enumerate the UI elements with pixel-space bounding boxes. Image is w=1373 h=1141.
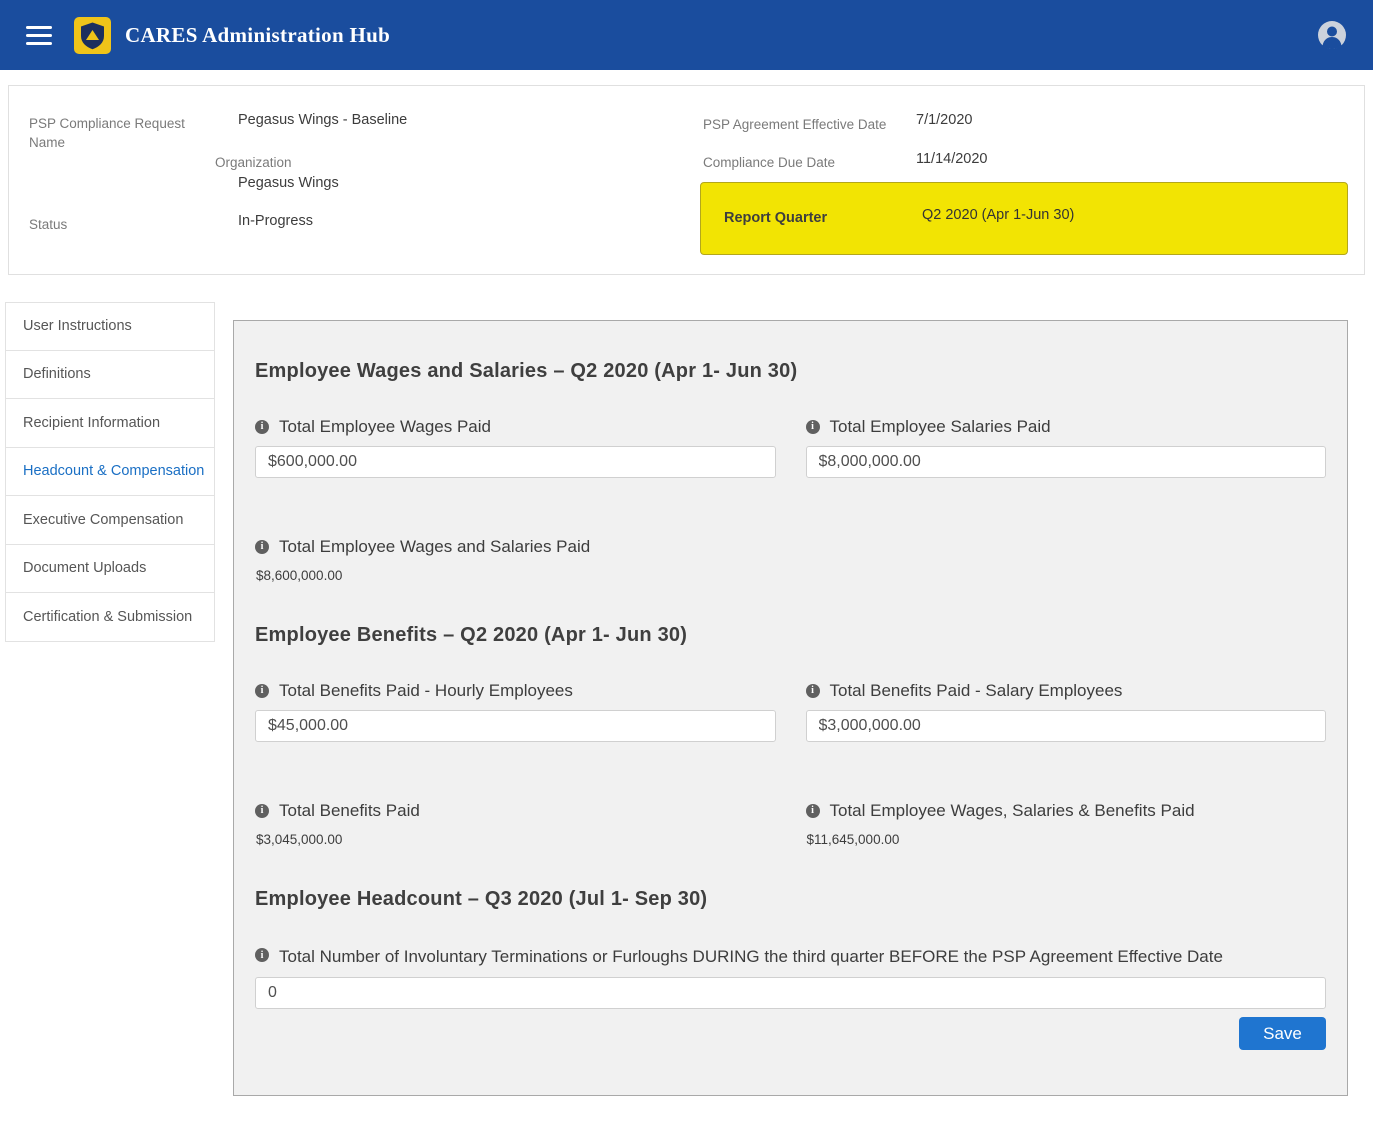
report-quarter-label: Report Quarter	[724, 210, 827, 226]
top-navbar: CARES Administration Hub	[0, 0, 1373, 70]
field-total-employee-wages-paid: i Total Employee Wages Paid	[255, 415, 776, 478]
benefits-salary-label: Total Benefits Paid - Salary Employees	[830, 679, 1123, 703]
benefits-salary-input[interactable]	[806, 710, 1327, 742]
sidebar-nav: User Instructions Definitions Recipient …	[5, 302, 215, 642]
due-date-label: Compliance Due Date	[703, 153, 835, 172]
organization-value: Pegasus Wings	[238, 174, 339, 193]
total-benefits-paid-label: Total Benefits Paid	[279, 799, 420, 823]
report-quarter-value: Q2 2020 (Apr 1-Jun 30)	[922, 207, 1074, 223]
total-wages-salaries-benefits-paid-value: $11,645,000.00	[806, 832, 1327, 847]
info-icon[interactable]: i	[255, 540, 269, 554]
field-involuntary-terminations: i Total Number of Involuntary Terminatio…	[255, 943, 1326, 1009]
sidebar-item-headcount-compensation[interactable]: Headcount & Compensation	[5, 448, 215, 497]
sidebar-item-executive-compensation[interactable]: Executive Compensation	[5, 496, 215, 545]
sidebar-item-user-instructions[interactable]: User Instructions	[5, 302, 215, 351]
status-value: In-Progress	[238, 212, 313, 231]
section-title-wages: Employee Wages and Salaries – Q2 2020 (A…	[255, 357, 1326, 385]
info-icon[interactable]: i	[255, 420, 269, 434]
hamburger-menu-icon[interactable]	[26, 26, 52, 45]
field-benefits-salary: i Total Benefits Paid - Salary Employees	[806, 679, 1327, 742]
shield-logo-icon	[74, 17, 111, 54]
due-date-value: 11/14/2020	[916, 150, 988, 169]
benefits-hourly-label: Total Benefits Paid - Hourly Employees	[279, 679, 573, 703]
effective-date-value: 7/1/2020	[916, 111, 972, 130]
info-icon[interactable]: i	[806, 804, 820, 818]
section-title-headcount: Employee Headcount – Q3 2020 (Jul 1- Sep…	[255, 885, 1326, 913]
total-employee-wages-paid-label: Total Employee Wages Paid	[279, 415, 491, 439]
info-icon[interactable]: i	[806, 684, 820, 698]
compliance-summary-card: PSP Compliance Request Name Pegasus Wing…	[8, 85, 1365, 275]
total-employee-salaries-paid-input[interactable]	[806, 446, 1327, 478]
status-label: Status	[29, 215, 67, 234]
report-quarter-highlight: Report Quarter Q2 2020 (Apr 1-Jun 30)	[700, 182, 1348, 255]
sidebar-item-document-uploads[interactable]: Document Uploads	[5, 545, 215, 594]
headcount-compensation-form: Employee Wages and Salaries – Q2 2020 (A…	[233, 320, 1348, 1096]
total-benefits-paid-value: $3,045,000.00	[255, 832, 776, 847]
request-name-label: PSP Compliance Request Name	[29, 114, 199, 152]
total-wages-salaries-paid-value: $8,600,000.00	[255, 568, 1326, 583]
field-total-benefits-paid: i Total Benefits Paid $3,045,000.00	[255, 799, 776, 847]
total-employee-salaries-paid-label: Total Employee Salaries Paid	[830, 415, 1051, 439]
app-title: CARES Administration Hub	[125, 23, 390, 48]
benefits-hourly-input[interactable]	[255, 710, 776, 742]
info-icon[interactable]: i	[806, 420, 820, 434]
total-employee-wages-paid-input[interactable]	[255, 446, 776, 478]
field-benefits-hourly: i Total Benefits Paid - Hourly Employees	[255, 679, 776, 742]
field-total-employee-salaries-paid: i Total Employee Salaries Paid	[806, 415, 1327, 478]
field-total-wages-salaries-paid: i Total Employee Wages and Salaries Paid…	[255, 535, 1326, 583]
sidebar-item-certification-submission[interactable]: Certification & Submission	[5, 593, 215, 642]
user-avatar-icon[interactable]	[1317, 20, 1347, 50]
info-icon[interactable]: i	[255, 804, 269, 818]
save-button[interactable]: Save	[1239, 1017, 1326, 1050]
sidebar-item-definitions[interactable]: Definitions	[5, 351, 215, 400]
total-wages-salaries-paid-label: Total Employee Wages and Salaries Paid	[279, 535, 590, 559]
total-wages-salaries-benefits-paid-label: Total Employee Wages, Salaries & Benefit…	[830, 799, 1195, 823]
effective-date-label: PSP Agreement Effective Date	[703, 115, 886, 134]
page: CARES Administration Hub PSP Compliance …	[0, 0, 1373, 1141]
info-icon[interactable]: i	[255, 948, 269, 962]
sidebar-item-recipient-information[interactable]: Recipient Information	[5, 399, 215, 448]
section-title-benefits: Employee Benefits – Q2 2020 (Apr 1- Jun …	[255, 621, 1326, 649]
involuntary-terminations-label: Total Number of Involuntary Terminations…	[279, 943, 1223, 970]
field-total-wages-salaries-benefits-paid: i Total Employee Wages, Salaries & Benef…	[806, 799, 1327, 847]
involuntary-terminations-input[interactable]	[255, 977, 1326, 1009]
request-name-value: Pegasus Wings - Baseline	[238, 111, 407, 130]
info-icon[interactable]: i	[255, 684, 269, 698]
organization-label: Organization	[215, 153, 292, 172]
